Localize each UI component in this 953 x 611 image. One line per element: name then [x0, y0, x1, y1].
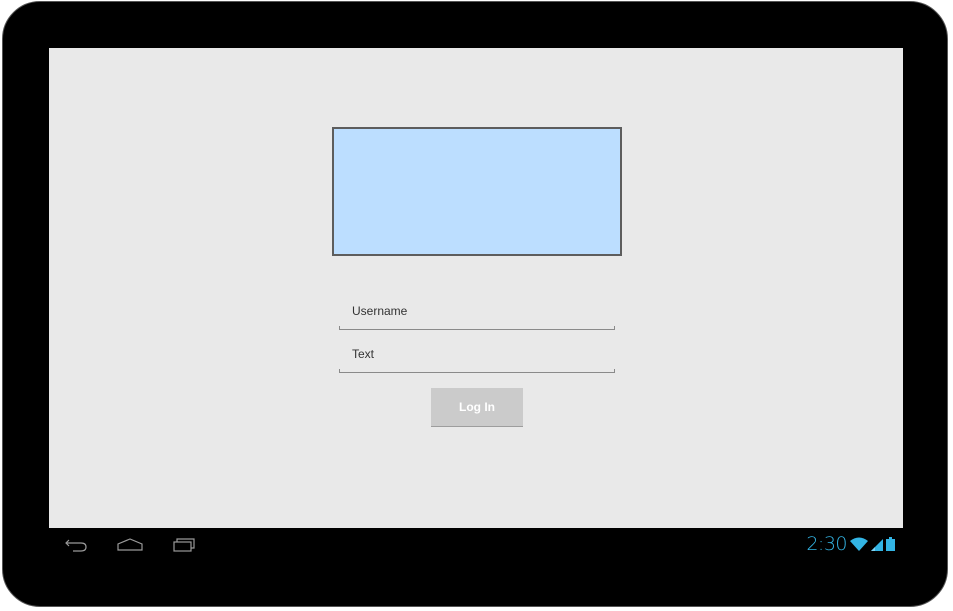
username-field[interactable]: Username	[339, 300, 615, 330]
wifi-icon	[850, 537, 868, 551]
clock: 2:30	[806, 533, 847, 555]
back-icon[interactable]	[63, 536, 89, 552]
image-placeholder	[332, 127, 622, 256]
login-button[interactable]: Log In	[431, 388, 523, 427]
username-underline	[339, 326, 615, 330]
system-navigation-bar: 2:30	[49, 528, 903, 560]
home-icon[interactable]	[116, 536, 143, 552]
battery-icon	[886, 537, 895, 551]
status-area: 2:30	[806, 532, 895, 556]
app-screen	[49, 48, 903, 528]
recent-apps-icon[interactable]	[171, 536, 197, 552]
username-value: Username	[352, 304, 408, 318]
text-value: Text	[352, 347, 375, 361]
text-underline	[339, 369, 615, 373]
text-field[interactable]: Text	[339, 343, 615, 373]
signal-icon	[871, 538, 883, 551]
